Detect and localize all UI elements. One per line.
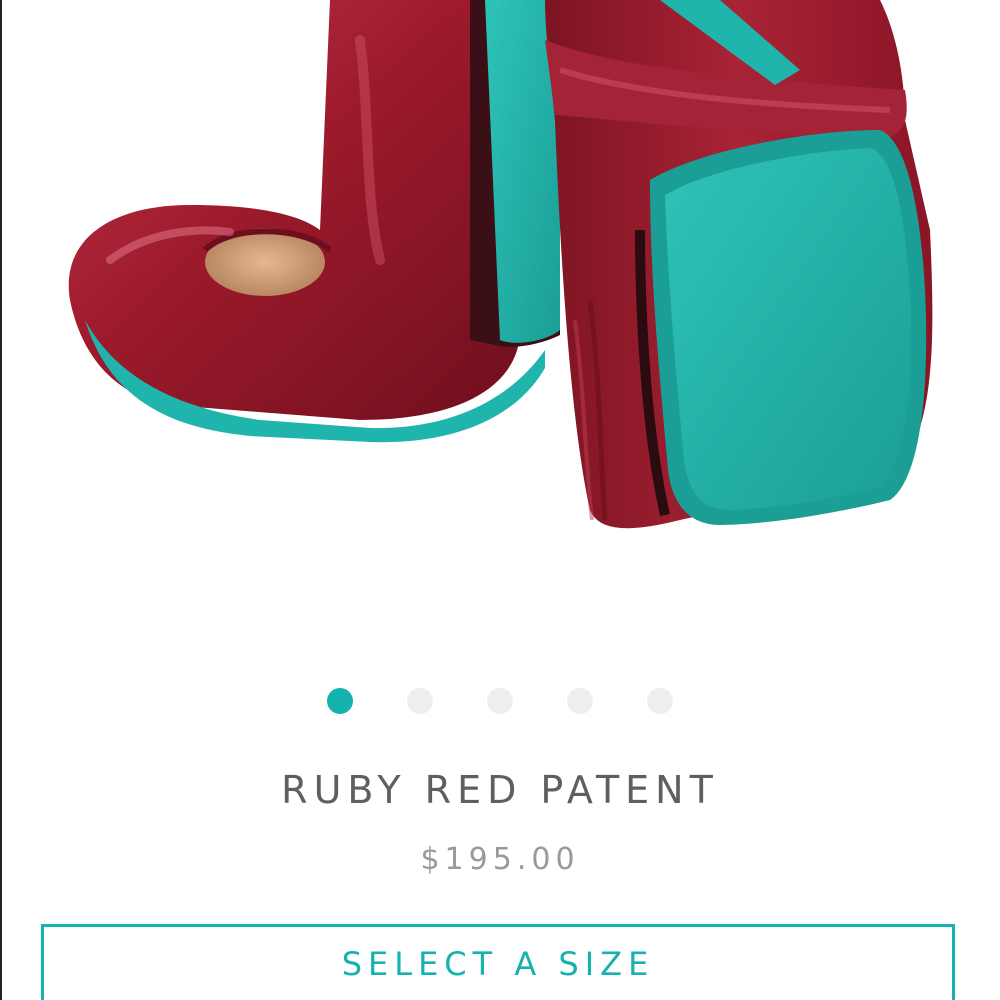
product-title: RUBY RED PATENT bbox=[281, 768, 719, 812]
product-price: $195.00 bbox=[420, 842, 580, 877]
select-size-button[interactable]: SELECT A SIZE bbox=[41, 924, 955, 1000]
carousel-dot-2[interactable] bbox=[407, 688, 433, 714]
carousel-indicator bbox=[0, 688, 1000, 714]
carousel-dot-1[interactable] bbox=[327, 688, 353, 714]
product-image[interactable] bbox=[0, 0, 1000, 640]
carousel-dot-4[interactable] bbox=[567, 688, 593, 714]
product-page: RUBY RED PATENT $195.00 SELECT A SIZE bbox=[0, 0, 1000, 1000]
shoe-illustration bbox=[68, 0, 933, 529]
carousel-dot-3[interactable] bbox=[487, 688, 513, 714]
select-size-label: SELECT A SIZE bbox=[341, 945, 655, 983]
carousel-dot-5[interactable] bbox=[647, 688, 673, 714]
